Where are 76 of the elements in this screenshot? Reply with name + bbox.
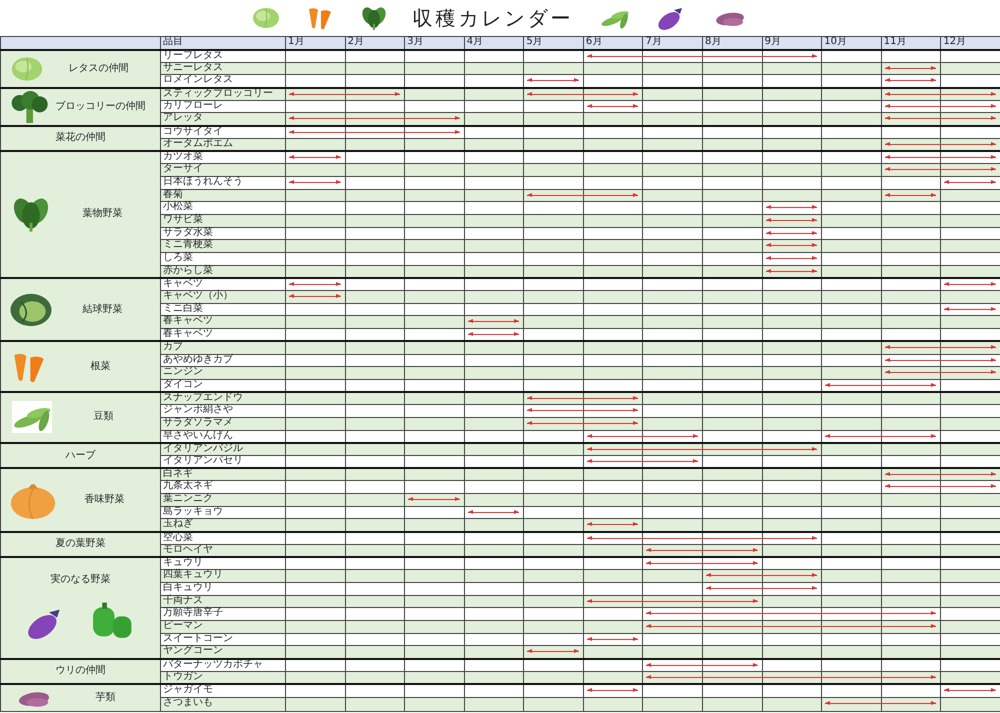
broccoli-icon: [9, 90, 49, 123]
item-name: リーフレタス: [160, 50, 286, 62]
group-label: 結球野菜: [82, 304, 122, 315]
item-name: ミニ白菜: [160, 303, 286, 316]
group-label: ウリの仲間: [56, 665, 106, 676]
item-name: ジャンボ絹さや: [160, 404, 286, 418]
item-name: アレッタ: [160, 112, 286, 126]
item-name: 小松菜: [160, 202, 286, 214]
month-header: 7月: [642, 36, 703, 50]
month-header: 9月: [762, 36, 822, 50]
month-header: 8月: [702, 36, 762, 50]
month-header: 10月: [822, 36, 882, 50]
month-header: 1月: [286, 36, 346, 50]
item-name: 四葉キュウリ: [160, 570, 286, 582]
group-label: 豆類: [94, 411, 114, 422]
item-name: しろ菜: [160, 252, 286, 266]
item-name: 日本ほうれんそう: [160, 176, 286, 190]
item-name: カリフローレ: [160, 100, 286, 113]
column-header: 品目: [160, 36, 286, 50]
item-name: キャベツ（小）: [160, 290, 286, 304]
item-name: カブ: [160, 341, 286, 354]
item-name: ワサビ菜: [160, 214, 286, 228]
item-name: イタリアンバジル: [160, 442, 286, 456]
item-name: ニンジン: [160, 366, 286, 380]
item-name: 万願寺唐辛子: [160, 608, 286, 620]
item-name: あやめゆきカブ: [160, 354, 286, 367]
item-name: 春菊: [160, 189, 286, 202]
peas-icon: [9, 401, 55, 434]
month-header: 3月: [404, 36, 464, 50]
item-name: 白ネギ: [160, 468, 286, 481]
group-label: 夏の葉野菜: [56, 538, 106, 550]
item-name: スナップエンドウ: [160, 392, 286, 405]
item-name: ピーマン: [160, 620, 286, 634]
item-name: 春キャベツ: [160, 316, 286, 329]
month-header: 4月: [464, 36, 524, 50]
item-name: サニーレタス: [160, 62, 286, 75]
group-label: 香味野菜: [84, 494, 124, 505]
month-header: 2月: [345, 36, 405, 50]
month-header: 11月: [881, 36, 941, 50]
item-name: 葉ニンニク: [160, 494, 286, 506]
item-name: 白キュウリ: [160, 582, 286, 596]
item-name: 九条太ネギ: [160, 480, 286, 494]
item-name: ミニ青梗菜: [160, 240, 286, 252]
lettuce-icon: [250, 6, 280, 30]
lettuce-icon: [9, 54, 45, 83]
month-header: 5月: [524, 36, 584, 50]
item-name: ロメインレタス: [160, 74, 286, 88]
item-name: サラダ水菜: [160, 227, 286, 240]
group-label: レタスの仲間: [68, 62, 128, 74]
item-name: 玉ねぎ: [160, 518, 286, 532]
group-label: 芋類: [96, 692, 116, 703]
group-label: 葉物野菜: [82, 208, 122, 220]
item-name: コウサイタイ: [160, 126, 286, 138]
item-name: サラダソラマメ: [160, 417, 286, 430]
month-header: 6月: [583, 36, 643, 50]
item-name: 千両ナス: [160, 595, 286, 608]
item-name: ジャガイモ: [160, 684, 286, 698]
item-name: キャベツ: [160, 278, 286, 291]
cabbage-icon: [9, 292, 53, 328]
item-name: バターナッツカボチャ: [160, 658, 286, 672]
month-header: 12月: [940, 36, 1000, 50]
item-name: ヤングコーン: [160, 646, 286, 658]
group-label: 菜花の仲間: [56, 132, 106, 144]
item-name: ターサイ: [160, 164, 286, 176]
group-label: 根菜: [90, 360, 110, 372]
item-name: スティックブロッコリー: [160, 88, 286, 100]
page-title: 収穫カレンダー: [412, 5, 574, 32]
group-label: ブロッコリーの仲間: [56, 100, 146, 112]
group-label: 実のなる野菜: [50, 574, 110, 585]
group-label: ハーブ: [66, 450, 96, 460]
item-name: 空心菜: [160, 532, 286, 544]
item-name: さつまいも: [160, 698, 286, 712]
item-name: キュウリ: [160, 557, 286, 570]
item-name: 島ラッキョウ: [160, 506, 286, 519]
item-name: カツオ菜: [160, 151, 286, 164]
item-name: スイートコーン: [160, 633, 286, 646]
